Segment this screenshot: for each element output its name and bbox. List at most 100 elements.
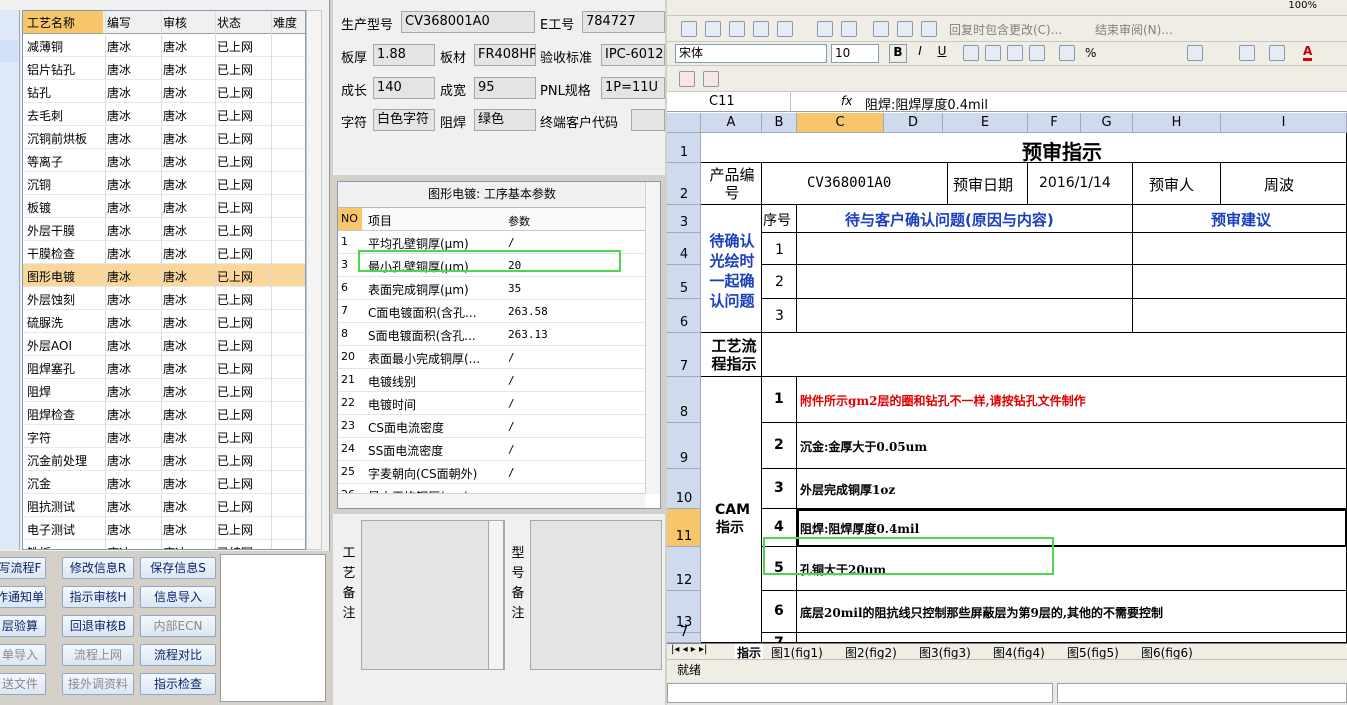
- sheet-tab[interactable]: 图1(fig1): [769, 644, 825, 659]
- table-row[interactable]: 铣板唐冰唐冰已编写: [23, 540, 305, 549]
- table-row[interactable]: 阻焊检查 唐冰 唐冰 已上网: [23, 402, 305, 425]
- sheet-nav-arrows[interactable]: |◂ ◂ ▸ ▸|: [671, 644, 707, 655]
- table-row[interactable]: 硫脲洗 唐冰 唐冰 已上网: [23, 310, 305, 333]
- column-header-B[interactable]: B: [762, 113, 797, 133]
- currency-icon[interactable]: [1059, 45, 1075, 61]
- table-row[interactable]: 板镀 唐冰 唐冰 已上网: [23, 195, 305, 218]
- font-color-icon[interactable]: A: [1303, 44, 1313, 61]
- end-review-button[interactable]: 结束审阅(N)...: [1095, 21, 1173, 38]
- font-name-box[interactable]: 宋体: [675, 44, 827, 63]
- table-row[interactable]: 阻焊塞孔 唐冰 唐冰 已上网: [23, 356, 305, 379]
- mask-field[interactable]: 绿色: [474, 109, 536, 131]
- param-row[interactable]: 25 字麦朝向(CS面朝外) /: [338, 461, 646, 484]
- fx-icon[interactable]: fx: [841, 94, 852, 108]
- align-left-icon[interactable]: [963, 45, 979, 61]
- align-center-icon[interactable]: [985, 45, 1001, 61]
- folder-icon[interactable]: [681, 21, 697, 37]
- merge-center-icon[interactable]: [1029, 45, 1045, 61]
- percent-icon[interactable]: %: [1085, 46, 1096, 60]
- width-field[interactable]: 95: [474, 77, 536, 99]
- align-right-icon[interactable]: [1007, 45, 1023, 61]
- pending-advice-cell[interactable]: [1133, 233, 1347, 265]
- action-button[interactable]: 指示检查: [140, 673, 216, 695]
- compare-icon[interactable]: [921, 21, 937, 37]
- param-row[interactable]: 24 SS面电流密度 /: [338, 438, 646, 461]
- accept-field[interactable]: IPC-6012: [601, 44, 665, 66]
- action-button[interactable]: 写流程F: [0, 557, 46, 579]
- row-header[interactable]: 6: [667, 299, 701, 333]
- open-icon[interactable]: [705, 21, 721, 37]
- column-header[interactable]: 参数: [508, 213, 638, 229]
- process-table[interactable]: 工艺名称 编写 审核 状态 难度 减薄铜 唐冰 唐冰 已上网 铝片钻孔 唐冰 唐冰 已上网 钻孔 唐冰 唐冰已…: [22, 10, 306, 550]
- save-icon[interactable]: [729, 21, 745, 37]
- table-row[interactable]: 沉铜 唐冰 唐冰 已上网: [23, 172, 305, 195]
- print-icon[interactable]: [753, 21, 769, 37]
- pending-advice-cell[interactable]: [1133, 299, 1347, 333]
- process-table-scrollbar[interactable]: [306, 10, 322, 550]
- action-button[interactable]: 流程对比: [140, 644, 216, 666]
- eno-field[interactable]: 784727: [582, 11, 665, 33]
- fill-color-icon[interactable]: [1269, 45, 1285, 61]
- cam-item-cell[interactable]: [797, 633, 1347, 643]
- endcust-field[interactable]: [631, 109, 665, 131]
- param-row[interactable]: 7 C面电镀面积(含孔... 263.58: [338, 300, 646, 323]
- char-field[interactable]: 白色字符: [373, 109, 435, 131]
- copy-icon[interactable]: [777, 21, 793, 37]
- table-row[interactable]: 沉金前处理 唐冰 唐冰 已上网: [23, 448, 305, 471]
- undo-icon[interactable]: [817, 21, 833, 37]
- column-header-E[interactable]: E: [943, 113, 1028, 133]
- sheet-tab[interactable]: 图4(fig4): [991, 644, 1047, 659]
- action-button[interactable]: 层验算: [0, 615, 46, 637]
- table-row[interactable]: 阻焊 唐冰 唐冰 已上网: [23, 379, 305, 402]
- pending-advice-cell[interactable]: [1133, 265, 1347, 299]
- review-icon[interactable]: [873, 21, 889, 37]
- row-header[interactable]: 8: [667, 377, 701, 423]
- column-header[interactable]: 状态: [217, 14, 269, 31]
- formula-input[interactable]: 阻焊:阻焊厚度0.4mil: [865, 94, 988, 113]
- column-header[interactable]: 审核: [163, 14, 215, 31]
- action-button[interactable]: 信息导入: [140, 586, 216, 608]
- table-row[interactable]: 阻抗测试 唐冰 唐冰 已上网: [23, 494, 305, 517]
- flow-content-cell[interactable]: [762, 333, 1347, 377]
- params-hscroll[interactable]: [338, 493, 645, 508]
- column-header-D[interactable]: D: [884, 113, 943, 133]
- table-row[interactable]: 减薄铜 唐冰 唐冰 已上网: [23, 34, 305, 57]
- row-header[interactable]: 2: [667, 163, 701, 205]
- column-header-F[interactable]: F: [1028, 113, 1081, 133]
- column-header-I[interactable]: I: [1221, 113, 1347, 133]
- sheet-tab[interactable]: 图6(fig6): [1139, 644, 1195, 659]
- table-row[interactable]: 外层AOI 唐冰 唐冰 已上网: [23, 333, 305, 356]
- column-header[interactable]: 项目: [368, 212, 504, 229]
- process-params-grid[interactable]: 图形电镀: 工序基本参数 NO 项目 参数 1 平均孔壁铜厚(μm)/3 最小孔壁铜厚(μ…: [337, 181, 661, 509]
- sheet-tab[interactable]: 图5(fig5): [1065, 644, 1121, 659]
- model-notes-box[interactable]: [530, 520, 662, 670]
- column-header-C[interactable]: C: [797, 113, 884, 133]
- table-row[interactable]: 等离子 唐冰 唐冰 已上网: [23, 149, 305, 172]
- action-button[interactable]: 修改信息R: [62, 557, 134, 579]
- row-header[interactable]: 3: [667, 205, 701, 233]
- length-field[interactable]: 140: [373, 77, 435, 99]
- underline-button[interactable]: U: [933, 44, 951, 63]
- table-row[interactable]: 字符 唐冰 唐冰 已上网: [23, 425, 305, 448]
- table-row[interactable]: 外层蚀刻 唐冰 唐冰 已上网: [23, 287, 305, 310]
- param-row[interactable]: 6 表面完成铜厚(μm) 35: [338, 277, 646, 300]
- column-header[interactable]: 编写: [107, 14, 159, 31]
- pending-question-cell[interactable]: [797, 299, 1133, 333]
- row-header[interactable]: 11: [667, 509, 701, 547]
- border-icon[interactable]: [1239, 45, 1255, 61]
- params-vscroll[interactable]: [645, 182, 660, 494]
- pending-question-cell[interactable]: [797, 233, 1133, 265]
- name-box[interactable]: C11: [667, 92, 791, 111]
- italic-button[interactable]: I: [911, 44, 929, 63]
- table-row[interactable]: 图形电镀 唐冰 唐冰 已上网: [23, 264, 305, 287]
- action-button[interactable]: 作通知单: [0, 586, 46, 608]
- table-row[interactable]: 沉金 唐冰 唐冰 已上网: [23, 471, 305, 494]
- track-icon[interactable]: [897, 21, 913, 37]
- column-header-G[interactable]: G: [1081, 113, 1133, 133]
- sheet-tab[interactable]: 图2(fig2): [843, 644, 899, 659]
- memo-box[interactable]: [220, 554, 326, 702]
- action-button[interactable]: 指示审核H: [62, 586, 134, 608]
- row-header[interactable]: 4: [667, 233, 701, 265]
- sheet-tab[interactable]: 图3(fig3): [917, 644, 973, 659]
- model-field[interactable]: CV368001A0: [401, 11, 535, 33]
